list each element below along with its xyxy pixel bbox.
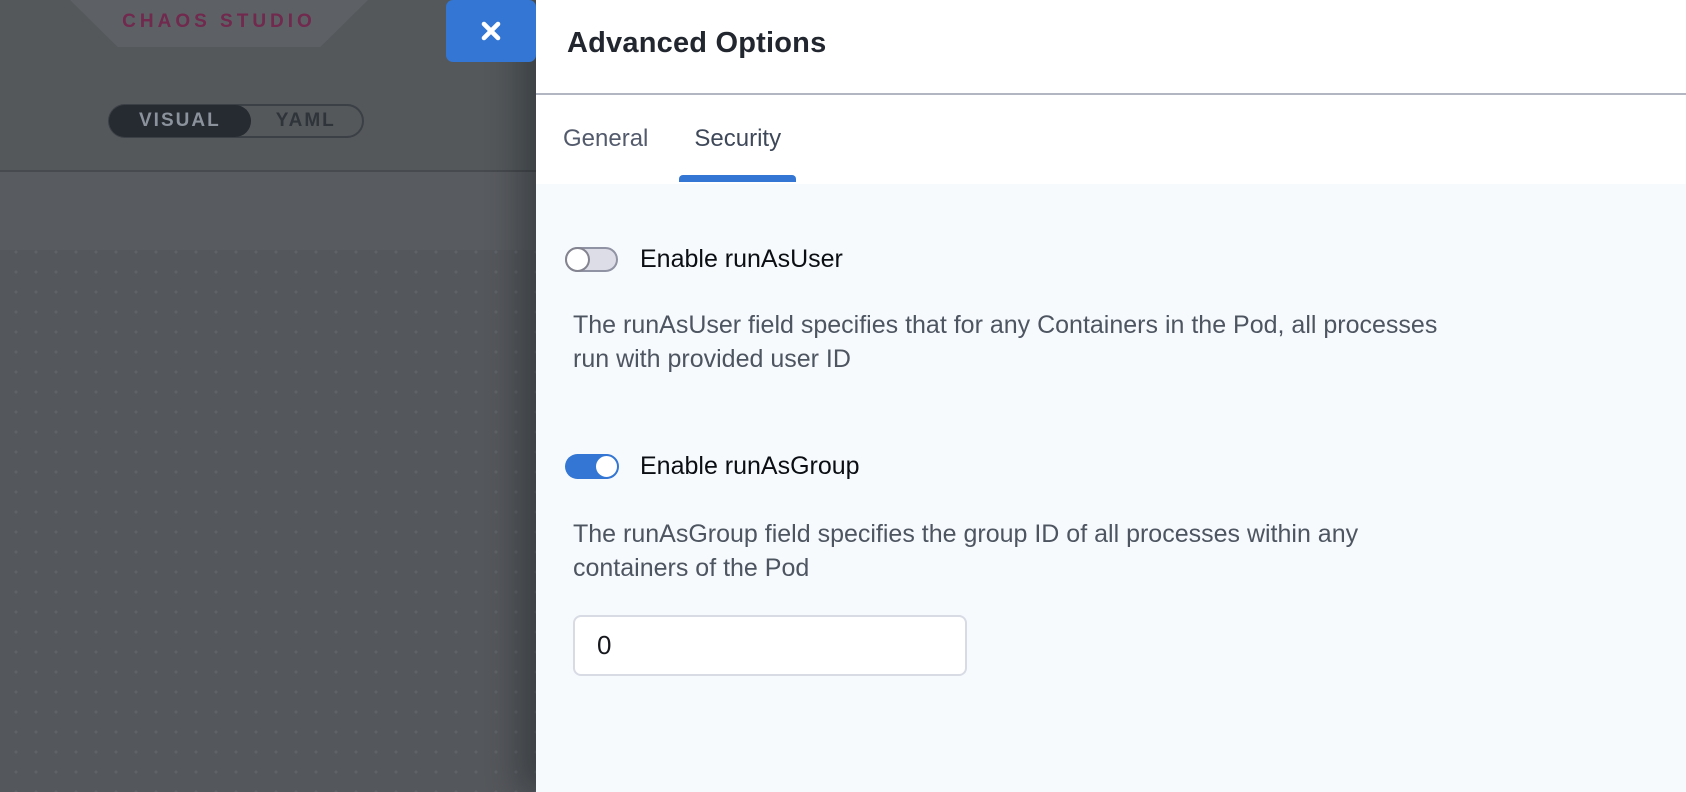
chaos-studio-canvas: CHAOS STUDIO VISUAL YAML [0,0,536,792]
drawer-tabs: General Security [536,95,1686,182]
advanced-options-drawer: Advanced Options General Security Enable… [536,0,1686,792]
run-as-user-description: The runAsUser field specifies that for a… [573,308,1533,376]
security-tab-content: Enable runAsUser The runAsUser field spe… [536,184,1686,792]
run-as-group-description: The runAsGroup field specifies the group… [573,517,1533,585]
tab-security[interactable]: Security [679,95,796,182]
visual-mode-button[interactable]: VISUAL [109,105,251,137]
run-as-group-toggle[interactable] [565,454,618,479]
brand-banner: CHAOS STUDIO [70,0,368,47]
view-mode-toggle[interactable]: VISUAL YAML [108,104,364,138]
drawer-title: Advanced Options [567,27,1686,60]
close-icon [476,16,506,46]
toggle-knob [594,454,619,479]
run-as-group-value-input[interactable] [573,615,967,676]
run-as-group-label: Enable runAsGroup [640,452,860,481]
run-as-user-row: Enable runAsUser [565,246,1646,272]
drawer-header: Advanced Options [536,0,1686,95]
run-as-user-label: Enable runAsUser [640,245,843,274]
toggle-knob [565,247,590,272]
close-drawer-button[interactable] [446,0,536,62]
screen: CHAOS STUDIO VISUAL YAML Advanced Option… [0,0,1686,792]
brand-banner-label: CHAOS STUDIO [122,11,316,33]
canvas-toolbar-band [0,172,536,250]
yaml-mode-button[interactable]: YAML [250,106,362,136]
tab-general[interactable]: General [548,95,663,182]
run-as-group-row: Enable runAsGroup [565,453,1646,479]
run-as-user-toggle[interactable] [565,247,618,272]
canvas-dot-grid [0,250,536,792]
